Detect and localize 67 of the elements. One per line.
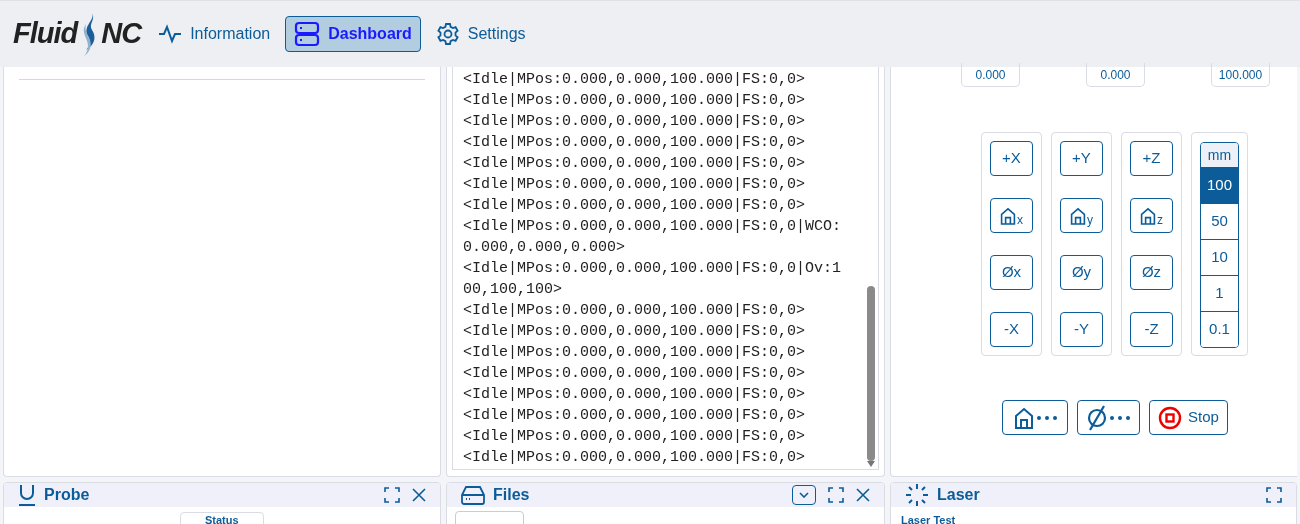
zero-axis-button[interactable]: Øx: [990, 255, 1033, 290]
stop-icon: [1158, 405, 1183, 430]
console-line: <Idle|MPos:0.000,0.000,100.000|FS:0,0>: [463, 133, 807, 153]
console-line: <Idle|MPos:0.000,0.000,100.000|FS:0,0>: [463, 343, 807, 363]
position-readout: 0.000: [1086, 63, 1145, 87]
logo-text: NC: [101, 16, 142, 52]
close-icon[interactable]: [856, 488, 870, 502]
status-tab[interactable]: Status: [180, 512, 264, 524]
position-readout: 100.000: [1211, 63, 1270, 87]
jog-button[interactable]: +X: [990, 141, 1033, 176]
console-line: <Idle|MPos:0.000,0.000,100.000|FS:0,0>: [463, 448, 807, 468]
home-icon: [1140, 206, 1156, 225]
home-axis-button[interactable]: y: [1060, 198, 1103, 233]
console-line: <Idle|MPos:0.000,0.000,100.000|FS:0,0>: [463, 364, 807, 384]
section-label: Laser Test: [901, 514, 956, 524]
pulse-icon: [158, 24, 183, 44]
home-icon: [1070, 206, 1086, 225]
console-line: <Idle|MPos:0.000,0.000,100.000|FS:0,0>: [463, 196, 807, 216]
jog-button[interactable]: -X: [990, 312, 1033, 347]
chevron-icon: [799, 492, 809, 498]
home-axis-button[interactable]: z: [1130, 198, 1173, 233]
nav-tab[interactable]: Settings: [428, 16, 533, 52]
console-line: <Idle|MPos:0.000,0.000,100.000|FS:0,0>: [463, 175, 807, 195]
console-line: <Idle|MPos:0.000,0.000,100.000|FS:0,0>: [463, 427, 807, 447]
console-line: <Idle|MPos:0.000,0.000,100.000|FS:0,0>: [463, 91, 807, 111]
console-line: <Idle|MPos:0.000,0.000,100.000|FS:0,0|Ov:100,100,100>: [463, 259, 843, 300]
probe-icon: [18, 484, 36, 506]
dropdown-button[interactable]: [792, 485, 816, 505]
settings-icon: [435, 22, 460, 46]
logo-text: Fluid: [13, 16, 78, 52]
zero-all-button[interactable]: [1077, 400, 1140, 435]
home-axis-button[interactable]: x: [990, 198, 1033, 233]
unit-label: mm: [1201, 143, 1238, 167]
home-icon: [1000, 206, 1016, 225]
jog-button[interactable]: +Y: [1060, 141, 1103, 176]
jog-button[interactable]: -Z: [1130, 312, 1173, 347]
step-option[interactable]: 100: [1201, 167, 1238, 203]
expand-icon[interactable]: [1266, 487, 1282, 503]
console-line: <Idle|MPos:0.000,0.000,100.000|FS:0,0>: [463, 385, 807, 405]
console-line: <Idle|MPos:0.000,0.000,100.000|FS:0,0>: [463, 406, 807, 426]
console-line: <Idle|MPos:0.000,0.000,100.000|FS:0,0>: [463, 322, 807, 342]
zero-axis-button[interactable]: Øy: [1060, 255, 1103, 290]
expand-icon[interactable]: [828, 487, 844, 503]
jog-button[interactable]: +Z: [1130, 141, 1173, 176]
console-line: <Idle|MPos:0.000,0.000,100.000|FS:0,0>: [463, 301, 807, 321]
console-line: <Idle|MPos:0.000,0.000,100.000|FS:0,0>: [463, 70, 807, 90]
console-line: <Idle|MPos:0.000,0.000,100.000|FS:0,0>: [463, 112, 807, 132]
console-line: <Idle|MPos:0.000,0.000,100.000|FS:0,0>: [463, 154, 807, 174]
console-line: <Idle|MPos:0.000,0.000,100.000|FS:0,0|WCO:0.000,0.000,0.000>: [463, 217, 843, 258]
close-icon[interactable]: [412, 488, 426, 502]
expand-icon[interactable]: [384, 487, 400, 503]
zero-axis-button[interactable]: Øz: [1130, 255, 1173, 290]
position-readout: 0.000: [961, 63, 1020, 87]
home-dots-icon: [1013, 406, 1057, 429]
jog-button[interactable]: -Y: [1060, 312, 1103, 347]
home-all-button[interactable]: [1002, 400, 1068, 435]
nav-tab[interactable]: Dashboard: [285, 16, 421, 52]
nav-tab[interactable]: Information: [151, 16, 278, 52]
server-icon: [294, 21, 321, 47]
panel-title: Laser: [937, 485, 980, 505]
zero-dots-icon: [1085, 404, 1132, 431]
laser-icon: [905, 483, 929, 507]
step-option[interactable]: 0.1: [1201, 311, 1238, 347]
panel-title: Files: [493, 485, 530, 505]
panel-title: Probe: [44, 485, 90, 505]
drive-icon: [461, 485, 485, 505]
stop-button[interactable]: Stop: [1149, 400, 1228, 435]
